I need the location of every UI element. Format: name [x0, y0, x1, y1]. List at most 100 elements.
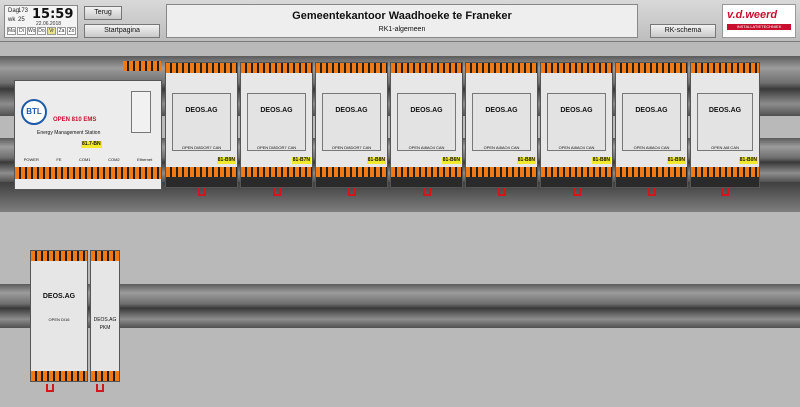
io-terminal-bottom — [691, 167, 759, 177]
io-face — [172, 93, 231, 151]
weekday-wo: Wo — [27, 27, 36, 35]
lower-terminal-top — [31, 251, 87, 261]
rail-clip — [497, 188, 506, 196]
io-terminal-top — [466, 63, 537, 73]
io-terminal-bottom — [466, 167, 537, 177]
io-terminal-top — [166, 63, 237, 73]
io-module[interactable]: DEOS.AG OPEN DI8DOR7 CAN 81-B9N — [165, 62, 238, 188]
io-brand: DEOS.AG — [410, 107, 443, 114]
io-terminal-top — [616, 63, 687, 73]
company-logo: v.d.weerd INSTALLATIETECHNIEK — [722, 4, 796, 38]
lower-module-di16[interactable]: DEOS.AG OPEN DI16 — [30, 250, 88, 382]
io-face — [397, 93, 456, 151]
io-face — [547, 93, 606, 151]
io-module-name: OPEN AI8 CAN — [711, 145, 739, 150]
io-bottom-edge — [466, 177, 537, 187]
lower-module-pkm[interactable]: DEOS.AG PKM — [90, 250, 120, 382]
io-module-name: OPEN AI8AO4 CAN — [633, 145, 670, 150]
io-module[interactable]: DEOS.AG OPEN AI8 CAN 81-B0N — [690, 62, 760, 188]
lower-terminal-bottom — [31, 371, 87, 381]
top-terminal — [123, 61, 161, 71]
weekday-di: Di — [17, 27, 26, 35]
io-bottom-edge — [166, 177, 237, 187]
controller-subtitle: Energy Management Station — [37, 130, 101, 136]
io-module-name: OPEN AI8AO4 CAN — [558, 145, 595, 150]
pkm-terminal-top — [91, 251, 119, 261]
io-terminal-bottom — [316, 167, 387, 177]
io-terminal-bottom — [391, 167, 462, 177]
port-label-com2: COM2 — [108, 157, 120, 162]
io-module-name: OPEN AI8AO4 CAN — [408, 145, 445, 150]
rail-clip — [422, 188, 431, 196]
rail-clip — [197, 188, 206, 196]
rail-clip — [272, 188, 281, 196]
controller-model: OPEN 810 EMS — [53, 117, 97, 123]
io-terminal-bottom — [541, 167, 612, 177]
io-face — [622, 93, 681, 151]
io-terminal-bottom — [166, 167, 237, 177]
io-module[interactable]: DEOS.AG OPEN AI8AO4 CAN 81-B8N — [540, 62, 613, 188]
io-module-name: OPEN DI8DOR7 CAN — [256, 145, 297, 150]
io-module[interactable]: DEOS.AG OPEN AI8AO4 CAN 81-B8N — [465, 62, 538, 188]
clock-time: 15:59 — [32, 7, 74, 22]
io-terminal-bottom — [616, 167, 687, 177]
page-subtitle: RK1-algemeen — [378, 26, 426, 33]
back-button[interactable]: Terug — [84, 6, 122, 20]
logo-text: v.d.weerd — [727, 9, 778, 21]
io-module[interactable]: DEOS.AG OPEN DI8DOR7 CAN 81-B8N — [315, 62, 388, 188]
port-labels: POWER FE COM1 COM2 Ethernet — [15, 157, 161, 165]
port-label-ethernet: Ethernet — [137, 157, 153, 162]
io-terminal-top — [391, 63, 462, 73]
pkm-brand: DEOS.AG — [93, 317, 117, 323]
io-face — [697, 93, 753, 151]
rail-clip — [647, 188, 656, 196]
home-button[interactable]: Startpagina — [84, 24, 160, 38]
io-bottom-edge — [391, 177, 462, 187]
rail-clip — [572, 188, 581, 196]
io-address-tag: 81-B9N — [666, 157, 686, 164]
io-module[interactable]: DEOS.AG OPEN DI8DOR7 CAN 81-B7N — [240, 62, 313, 188]
weekday-zo: Zo — [67, 27, 76, 35]
open810-controller[interactable]: BTL OPEN 810 EMS Energy Management Stati… — [14, 61, 162, 190]
io-module-name: OPEN AI8AO4 CAN — [483, 145, 520, 150]
port-label-power: POWER — [23, 157, 39, 162]
io-address-tag: 81-B9N — [216, 157, 236, 164]
io-bottom-edge — [241, 177, 312, 187]
io-bottom-edge — [616, 177, 687, 187]
rail-clip — [721, 188, 729, 196]
io-address-tag: 81-B8N — [591, 157, 611, 164]
io-address-tag: 81-B0N — [738, 157, 758, 164]
io-module[interactable]: DEOS.AG OPEN AI8AO4 CAN 81-B9N — [615, 62, 688, 188]
io-terminal-top — [241, 63, 312, 73]
io-module-name: OPEN DI8DOR7 CAN — [331, 145, 372, 150]
weekday-strip: Ma Di Wo Do Vr Za Zo — [7, 27, 76, 35]
io-brand: DEOS.AG — [335, 107, 368, 114]
io-brand: DEOS.AG — [560, 107, 593, 114]
lower-module-brand: DEOS.AG — [42, 293, 76, 300]
rail-clip — [347, 188, 356, 196]
lower-module-name: OPEN DI16 — [48, 317, 70, 322]
io-brand: DEOS.AG — [635, 107, 668, 114]
io-terminal-top — [541, 63, 612, 73]
io-bottom-edge — [691, 177, 759, 187]
logo-subtext: INSTALLATIETECHNIEK — [727, 24, 791, 30]
io-module[interactable]: DEOS.AG OPEN AI8AO4 CAN 81-B6N — [390, 62, 463, 188]
weekday-ma: Ma — [7, 27, 16, 35]
controller-slot — [131, 91, 151, 133]
btl-logo: BTL — [21, 99, 47, 125]
rk-schema-button[interactable]: RK-schema — [650, 24, 716, 38]
rail-clip — [96, 384, 104, 392]
page-title: Gemeentekantoor Waadhoeke te Franeker — [292, 10, 512, 22]
io-brand: DEOS.AG — [485, 107, 518, 114]
weekday-za: Za — [57, 27, 66, 35]
clock-panel: Dag 173 15:59 wk 25 22.06.2018 Ma Di Wo … — [4, 5, 78, 38]
io-terminal-top — [691, 63, 759, 73]
controller-address-tag: 81.7-BN — [81, 141, 102, 148]
day-of-year: 173 — [18, 8, 29, 14]
rail-clip — [46, 384, 54, 392]
week-number: 25 — [18, 17, 25, 23]
controller-terminal — [15, 167, 161, 179]
io-bottom-edge — [316, 177, 387, 187]
io-bottom-edge — [541, 177, 612, 187]
io-brand: DEOS.AG — [185, 107, 218, 114]
